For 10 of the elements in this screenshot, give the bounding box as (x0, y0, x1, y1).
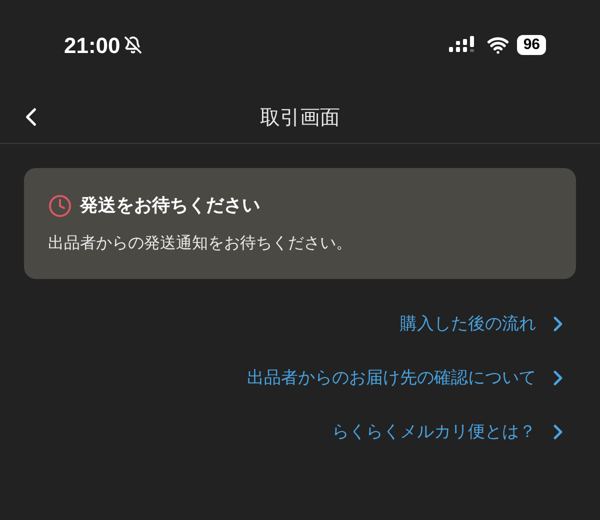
help-link[interactable]: 出品者からのお届け先の確認について (247, 363, 570, 393)
battery-level: 96 (517, 35, 546, 55)
notice-title: 発送をお待ちください (80, 194, 260, 218)
clock-icon (48, 194, 72, 218)
status-time: 21:00 (64, 32, 120, 60)
help-link[interactable]: らくらくメルカリ便とは？ (332, 417, 570, 447)
notice-message: 出品者からの発送通知をお待ちください。 (48, 232, 353, 254)
wifi-icon (487, 34, 510, 56)
screen-title: 取引画面 (260, 104, 340, 130)
help-link[interactable]: 購入した後の流れ (400, 309, 570, 339)
